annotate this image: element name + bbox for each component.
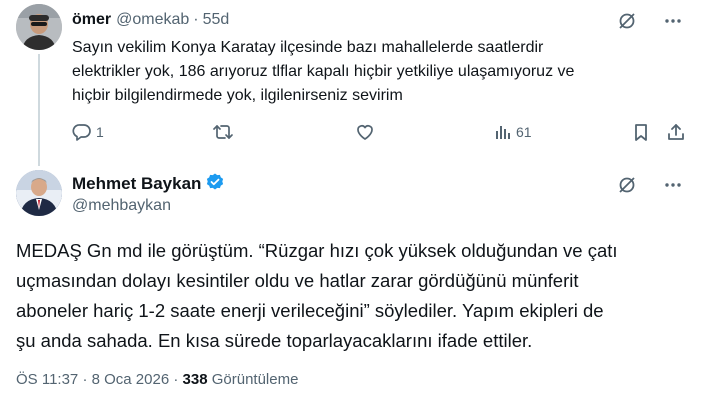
- avatar[interactable]: [16, 170, 62, 216]
- reply-text-line: Sayın vekilim Konya Karatay ilçesinde ba…: [72, 39, 544, 56]
- reply-top-actions: [616, 10, 684, 32]
- grok-icon[interactable]: [616, 174, 638, 196]
- tweet-meta: ÖS 11:37 · 8 Oca 2026 · 338 Görüntüleme: [16, 371, 298, 388]
- reply-text: Sayın vekilim Konya Karatay ilçesinde ba…: [72, 36, 662, 108]
- views-button[interactable]: 61: [494, 120, 532, 144]
- share-icon: [668, 124, 684, 140]
- separator: ·: [173, 371, 179, 388]
- author-handle[interactable]: @omekab: [116, 10, 189, 30]
- views-count: 338: [182, 371, 208, 388]
- reply-icon: [72, 124, 91, 141]
- reply-action-bar: 1 61: [72, 120, 692, 144]
- bookmark-icon: [635, 124, 647, 141]
- main-text-line: şu anda sahada. En kısa sürede toparlaya…: [16, 330, 533, 351]
- bookmark-button[interactable]: [632, 120, 650, 144]
- like-icon: [357, 125, 373, 140]
- grok-icon[interactable]: [616, 10, 638, 32]
- reply-text-line: hiçbir bilgilendirmede yok, ilgilenirsen…: [72, 87, 403, 104]
- main-text-line: MEDAŞ Gn md ile görüştüm. “Rüzgar hızı ç…: [16, 240, 618, 261]
- tweet-date[interactable]: 8 Oca 2026: [92, 371, 170, 388]
- main-text-line: aboneler hariç 1-2 saate enerji verilece…: [16, 300, 604, 321]
- separator: ·: [82, 371, 88, 388]
- author-name[interactable]: ömer: [72, 10, 111, 30]
- more-icon[interactable]: [662, 174, 684, 196]
- views-count: 61: [516, 124, 532, 140]
- main-tweet-text: MEDAŞ Gn md ile görüştüm. “Rüzgar hızı ç…: [16, 236, 686, 356]
- more-icon[interactable]: [662, 10, 684, 32]
- avatar[interactable]: [16, 4, 62, 50]
- retweet-button[interactable]: [212, 120, 238, 144]
- tweet-thread: ömer @omekab · 55d Sayın vekilim Konya K…: [0, 0, 702, 411]
- retweet-icon: [213, 125, 233, 139]
- share-button[interactable]: [666, 120, 686, 144]
- author-name[interactable]: Mehmet Baykan: [72, 174, 201, 194]
- reply-button[interactable]: 1: [72, 120, 104, 144]
- timestamp[interactable]: 55d: [203, 10, 230, 30]
- views-icon: [496, 126, 510, 139]
- author-handle[interactable]: @mehbaykan: [72, 197, 171, 215]
- tweet-time[interactable]: ÖS 11:37: [16, 371, 78, 388]
- like-button[interactable]: [355, 120, 379, 144]
- views-label: Görüntüleme: [211, 371, 299, 388]
- main-top-actions: [616, 174, 684, 196]
- main-author: Mehmet Baykan: [72, 173, 225, 195]
- reply-tweet[interactable]: ömer @omekab · 55d Sayın vekilim Konya K…: [0, 0, 702, 166]
- reply-text-line: elektrikler yok, 186 arıyoruz tlflar kap…: [72, 63, 575, 80]
- main-text-line: uçmasından dolayı kesintiler oldu ve hat…: [16, 270, 579, 291]
- reply-header: ömer @omekab · 55d: [72, 9, 229, 31]
- verified-badge-icon[interactable]: [205, 172, 225, 197]
- separator: ·: [193, 11, 199, 28]
- thread-line: [38, 54, 40, 166]
- reply-count: 1: [96, 124, 104, 140]
